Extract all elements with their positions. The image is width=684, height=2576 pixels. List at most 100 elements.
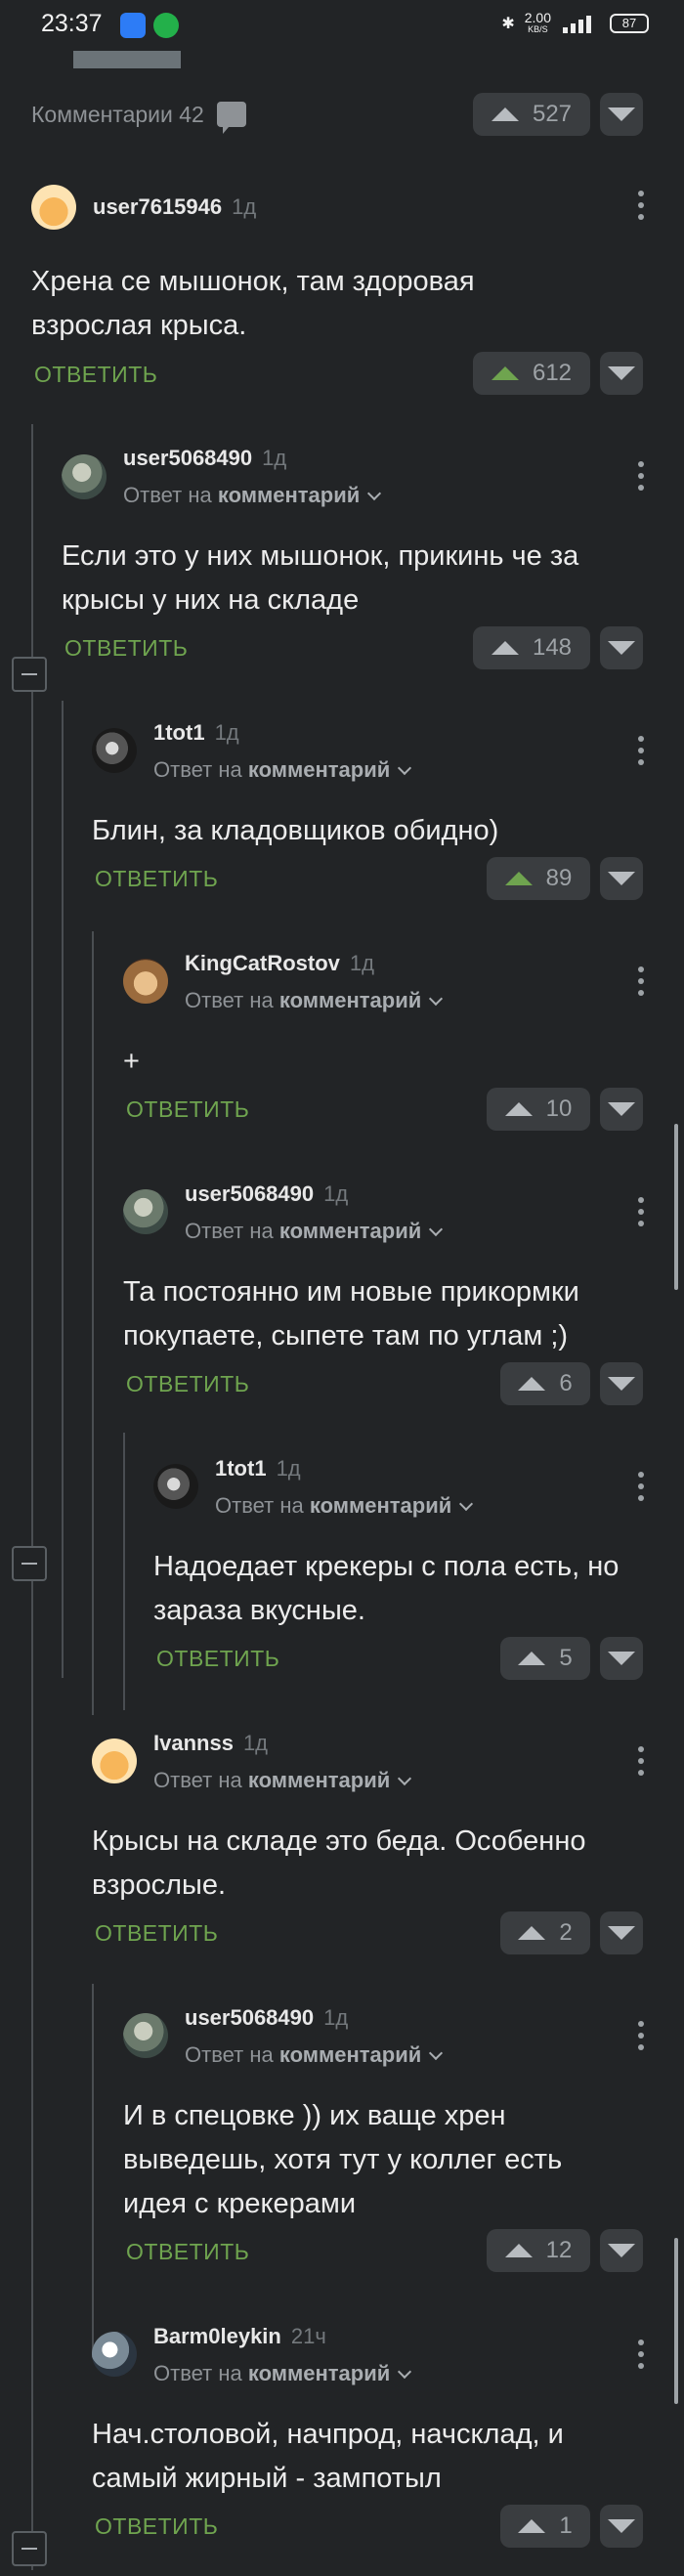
more-options-icon[interactable] bbox=[637, 1197, 645, 1230]
more-options-icon[interactable] bbox=[637, 461, 645, 494]
upvote-button[interactable]: 612 bbox=[473, 352, 590, 395]
avatar[interactable] bbox=[92, 2332, 137, 2377]
downvote-button[interactable] bbox=[600, 1362, 643, 1405]
more-options-icon[interactable] bbox=[637, 191, 645, 224]
chevron-down-icon bbox=[398, 2364, 412, 2380]
avatar[interactable] bbox=[92, 728, 137, 773]
arrow-up-icon bbox=[491, 107, 519, 121]
downvote-button[interactable] bbox=[600, 2229, 643, 2272]
reply-to[interactable]: Ответ на комментарий bbox=[153, 1768, 412, 1793]
reply-button[interactable]: ОТВЕТИТЬ bbox=[34, 362, 157, 388]
reply-button[interactable]: ОТВЕТИТЬ bbox=[95, 1920, 218, 1947]
upvote-button[interactable]: 6 bbox=[500, 1362, 590, 1405]
username-text[interactable]: 1tot1 bbox=[153, 720, 205, 745]
comment-vote-controls: 2 bbox=[500, 1911, 643, 1954]
comment-age: 1д bbox=[242, 1731, 269, 1755]
reply-to[interactable]: Ответ на комментарий bbox=[153, 757, 412, 783]
more-options-icon[interactable] bbox=[637, 966, 645, 1000]
reply-button[interactable]: ОТВЕТИТЬ bbox=[156, 1646, 279, 1672]
downvote-button[interactable] bbox=[600, 2505, 643, 2548]
downvote-button[interactable] bbox=[600, 93, 643, 136]
upvote-button[interactable]: 2 bbox=[500, 1911, 590, 1954]
username-text[interactable]: user7615946 bbox=[93, 194, 222, 219]
comment-text: Крысы на складе это беда. Особенно взрос… bbox=[92, 1825, 586, 1901]
username[interactable]: user5068490 1д bbox=[185, 2005, 348, 2031]
collapse-thread-button[interactable] bbox=[12, 1546, 47, 1581]
avatar[interactable] bbox=[123, 1189, 168, 1234]
arrow-down-icon bbox=[608, 107, 635, 121]
upvote-button[interactable]: 148 bbox=[473, 626, 590, 669]
game-notification-icon bbox=[153, 13, 179, 38]
username[interactable]: user7615946 1д bbox=[93, 194, 256, 220]
arrow-up-icon bbox=[491, 366, 519, 380]
app-notification-icon bbox=[120, 13, 146, 38]
thread-line bbox=[123, 1433, 125, 1710]
avatar[interactable] bbox=[31, 185, 76, 230]
arrow-up-icon bbox=[504, 2244, 533, 2257]
downvote-button[interactable] bbox=[600, 352, 643, 395]
collapse-thread-button[interactable] bbox=[12, 2531, 47, 2566]
username-text[interactable]: Ivannss bbox=[153, 1731, 234, 1755]
username-text[interactable]: user5068490 bbox=[185, 2005, 314, 2030]
reply-button[interactable]: ОТВЕТИТЬ bbox=[126, 1371, 249, 1397]
downvote-button[interactable] bbox=[600, 626, 643, 669]
reply-to[interactable]: Ответ на комментарий bbox=[153, 2361, 412, 2386]
comment-vote-controls: 5 bbox=[500, 1637, 643, 1680]
upvote-button[interactable]: 10 bbox=[487, 1088, 590, 1131]
thread-line bbox=[31, 424, 33, 2570]
username-text[interactable]: 1tot1 bbox=[215, 1456, 267, 1481]
reply-button[interactable]: ОТВЕТИТЬ bbox=[95, 2513, 218, 2540]
username[interactable]: Ivannss 1д bbox=[153, 1731, 268, 1756]
upvote-button[interactable]: 89 bbox=[487, 857, 590, 900]
comment-text: Хрена се мышонок, там здоровая взрослая … bbox=[31, 266, 475, 341]
downvote-button[interactable] bbox=[600, 1088, 643, 1131]
username-text[interactable]: KingCatRostov bbox=[185, 951, 340, 975]
reply-to[interactable]: Ответ на комментарий bbox=[123, 483, 382, 508]
username[interactable]: 1tot1 1д bbox=[153, 720, 239, 746]
more-options-icon[interactable] bbox=[637, 2340, 645, 2373]
arrow-down-icon bbox=[608, 1102, 635, 1116]
comment-age: 1д bbox=[323, 1181, 349, 1206]
avatar[interactable] bbox=[123, 2013, 168, 2058]
collapse-thread-button[interactable] bbox=[12, 657, 47, 692]
avatar[interactable] bbox=[62, 454, 107, 499]
reply-to[interactable]: Ответ на комментарий bbox=[215, 1493, 474, 1519]
reply-button[interactable]: ОТВЕТИТЬ bbox=[126, 2239, 249, 2265]
upvote-button[interactable]: 527 bbox=[473, 93, 590, 136]
reply-button[interactable]: ОТВЕТИТЬ bbox=[95, 866, 218, 892]
reply-button[interactable]: ОТВЕТИТЬ bbox=[64, 635, 188, 662]
arrow-up-icon bbox=[504, 872, 533, 885]
username[interactable]: KingCatRostov 1д bbox=[185, 951, 374, 976]
avatar[interactable] bbox=[153, 1464, 198, 1509]
downvote-button[interactable] bbox=[600, 1637, 643, 1680]
reply-to[interactable]: Ответ на комментарий bbox=[185, 1219, 444, 1244]
arrow-down-icon bbox=[608, 641, 635, 655]
downvote-button[interactable] bbox=[600, 1911, 643, 1954]
reply-button[interactable]: ОТВЕТИТЬ bbox=[126, 1096, 249, 1123]
more-options-icon[interactable] bbox=[637, 1746, 645, 1780]
more-options-icon[interactable] bbox=[637, 736, 645, 769]
more-options-icon[interactable] bbox=[637, 2021, 645, 2054]
username[interactable]: 1tot1 1д bbox=[215, 1456, 301, 1481]
username[interactable]: Barm0leykin 21ч bbox=[153, 2324, 326, 2349]
reply-to[interactable]: Ответ на комментарий bbox=[185, 2042, 444, 2068]
username[interactable]: user5068490 1д bbox=[185, 1181, 348, 1207]
avatar[interactable] bbox=[123, 959, 168, 1004]
username-text[interactable]: user5068490 bbox=[123, 446, 252, 470]
scrollbar-thumb[interactable] bbox=[674, 2238, 678, 2404]
username-text[interactable]: Barm0leykin bbox=[153, 2324, 281, 2348]
scrollbar-thumb[interactable] bbox=[674, 1124, 678, 1290]
downvote-button[interactable] bbox=[600, 857, 643, 900]
avatar[interactable] bbox=[92, 1739, 137, 1783]
username-text[interactable]: user5068490 bbox=[185, 1181, 314, 1206]
username[interactable]: user5068490 1д bbox=[123, 446, 286, 471]
upvote-button[interactable]: 5 bbox=[500, 1637, 590, 1680]
comment-vote-controls: 148 bbox=[473, 626, 643, 669]
signal-icon bbox=[561, 14, 600, 33]
reply-to[interactable]: Ответ на комментарий bbox=[185, 988, 444, 1013]
comment-vote-controls: 1 bbox=[500, 2505, 643, 2548]
upvote-button[interactable]: 1 bbox=[500, 2505, 590, 2548]
upvote-button[interactable]: 12 bbox=[487, 2229, 590, 2272]
more-options-icon[interactable] bbox=[637, 1472, 645, 1505]
arrow-up-icon bbox=[518, 2519, 546, 2533]
